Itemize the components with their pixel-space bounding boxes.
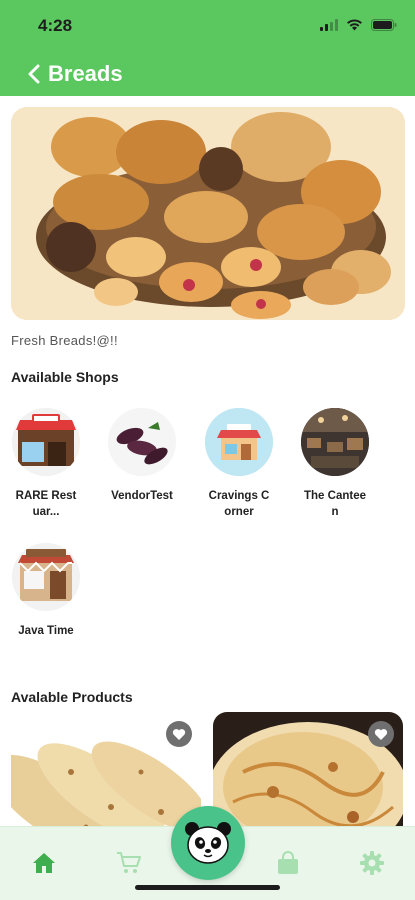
home-indicator bbox=[135, 885, 280, 890]
shop-name: VendorTest bbox=[111, 490, 173, 502]
favorite-button[interactable] bbox=[368, 721, 394, 747]
shop-name: Java Time bbox=[18, 625, 74, 637]
heart-icon bbox=[374, 728, 388, 740]
page-title: Breads bbox=[48, 61, 123, 86]
shop-card[interactable]: Java Time bbox=[6, 543, 86, 639]
shop-name: Cravings Corner bbox=[208, 490, 270, 518]
home-icon bbox=[33, 853, 55, 873]
shop-card[interactable]: VendorTest bbox=[102, 408, 182, 504]
app-header: Breads bbox=[0, 52, 415, 96]
gear-icon bbox=[360, 851, 384, 875]
shop-avatar bbox=[12, 408, 80, 476]
center-panda-button[interactable] bbox=[171, 806, 245, 880]
shopping-bag-icon bbox=[278, 851, 298, 874]
shops-section-title: Available Shops bbox=[11, 369, 119, 385]
products-section-title: Avalable Products bbox=[11, 689, 133, 705]
hero-caption: Fresh Breads!@!! bbox=[11, 333, 118, 348]
shop-avatar bbox=[205, 408, 273, 476]
tab-settings[interactable] bbox=[358, 849, 386, 877]
shop-card[interactable]: The Canteen bbox=[295, 408, 375, 520]
battery-icon bbox=[371, 18, 397, 36]
chevron-left-icon bbox=[28, 64, 40, 84]
tab-shopping-bag[interactable] bbox=[274, 849, 302, 877]
shop-avatar bbox=[301, 408, 369, 476]
status-time: 4:28 bbox=[38, 16, 73, 35]
tab-home[interactable] bbox=[30, 849, 58, 877]
shop-avatar bbox=[108, 408, 176, 476]
signal-icon bbox=[320, 18, 338, 36]
wifi-icon bbox=[346, 18, 363, 36]
shop-name: The Canteen bbox=[304, 490, 366, 518]
hero-banner-image bbox=[11, 107, 405, 320]
shop-card[interactable]: RARE Restuar... bbox=[6, 408, 86, 520]
panda-logo-icon bbox=[185, 822, 231, 864]
back-button[interactable] bbox=[22, 62, 46, 86]
favorite-button[interactable] bbox=[166, 721, 192, 747]
status-bar: 4:28 bbox=[0, 0, 415, 52]
shop-card[interactable]: Cravings Corner bbox=[199, 408, 279, 520]
tab-cart[interactable] bbox=[115, 849, 143, 877]
shop-name: RARE Restuar... bbox=[15, 490, 77, 518]
status-icons bbox=[320, 18, 397, 36]
cart-icon bbox=[117, 852, 141, 873]
shop-avatar bbox=[12, 543, 80, 611]
heart-icon bbox=[172, 728, 186, 740]
